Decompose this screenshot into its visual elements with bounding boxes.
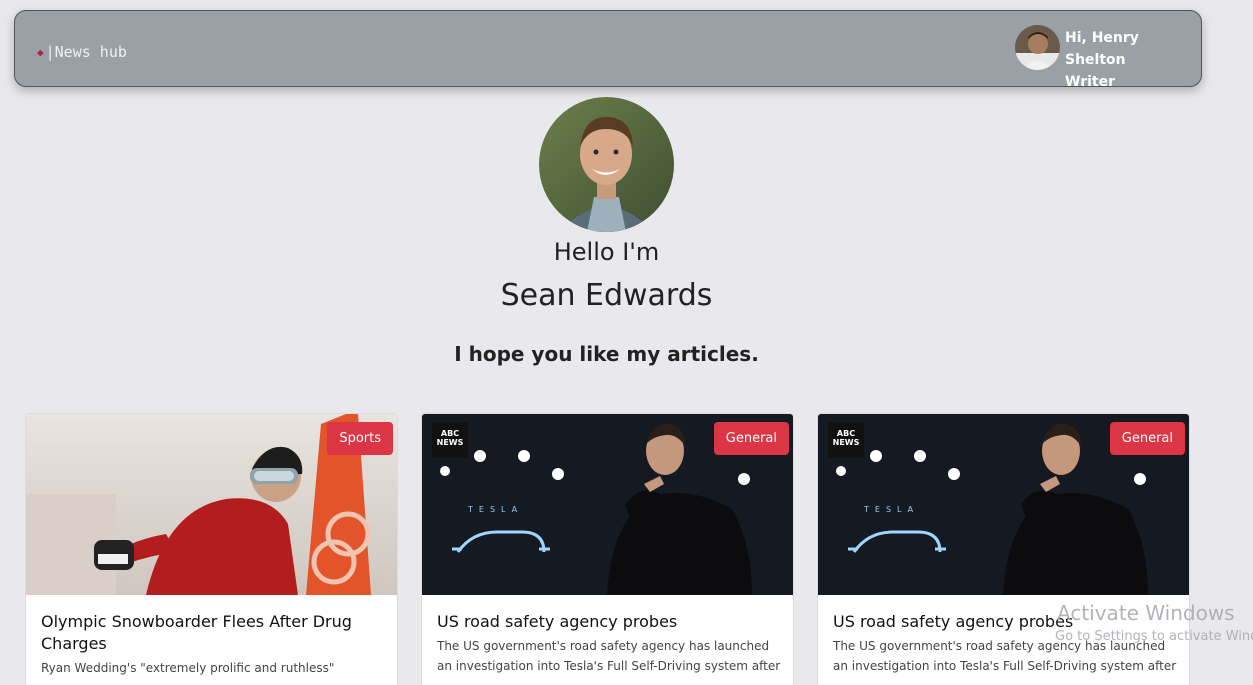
abc-news-logo: ABC NEWS (432, 422, 468, 458)
user-info: Hi, Henry Shelton Writer (1065, 27, 1201, 93)
article-image-snowboarder[interactable]: Sports (26, 414, 397, 595)
article-card[interactable]: Sports Olympic Snowboarder Flees After D… (25, 413, 398, 685)
profile-hello: Hello I'm (553, 238, 660, 266)
article-image-tesla[interactable]: TESLA ABC NEWS General (818, 414, 1189, 595)
profile-tagline: I hope you like my articles. (454, 342, 759, 366)
article-card[interactable]: TESLA ABC NEWS General US road safety ag… (421, 413, 794, 685)
article-title[interactable]: Olympic Snowboarder Flees After Drug Cha… (41, 611, 386, 655)
category-badge: General (713, 422, 789, 455)
article-image-tesla[interactable]: TESLA ABC NEWS General (422, 414, 793, 595)
category-badge: General (1109, 422, 1185, 455)
category-badge: Sports (327, 422, 393, 455)
profile-name: Sean Edwards (500, 278, 713, 313)
user-greeting: Hi, Henry Shelton (1065, 30, 1139, 68)
activation-watermark-subtitle: Go to Settings to activate Windows. (1055, 629, 1253, 644)
article-title[interactable]: US road safety agency probes (437, 611, 782, 633)
brand-link[interactable]: ◆ | News hub (37, 43, 127, 61)
user-avatar[interactable] (1015, 25, 1060, 70)
article-description: The US government's road safety agency h… (437, 639, 781, 673)
brand-separator: | (45, 43, 55, 61)
article-description: Ryan Wedding's "extremely prolific and r… (41, 661, 335, 675)
brand-name: News hub (54, 43, 127, 61)
article-card[interactable]: TESLA ABC NEWS General US road safety ag… (817, 413, 1190, 685)
profile-avatar (539, 97, 674, 232)
brand-logo-icon: ◆ (37, 45, 44, 59)
activation-watermark-title: Activate Windows (1057, 601, 1235, 625)
top-navbar: ◆ | News hub Hi, Henry Shelton Writer (14, 10, 1202, 90)
image-brand-text: TESLA (467, 505, 523, 514)
abc-news-logo: ABC NEWS (828, 422, 864, 458)
user-role: Writer (1065, 74, 1115, 90)
image-brand-text: TESLA (863, 505, 919, 514)
